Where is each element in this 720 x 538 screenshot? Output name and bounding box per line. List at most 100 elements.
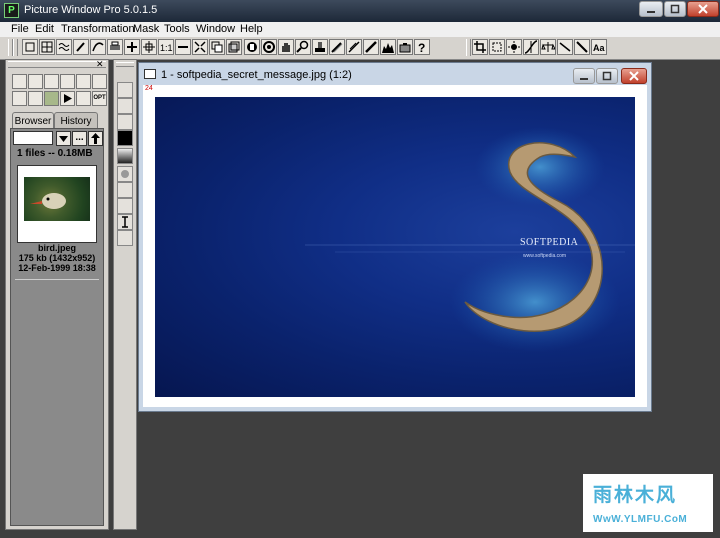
magic-icon[interactable] bbox=[44, 74, 59, 89]
menu-tools[interactable]: Tools bbox=[164, 23, 190, 35]
menu-window[interactable]: Window bbox=[196, 23, 235, 35]
text-icon[interactable]: Aa bbox=[591, 39, 607, 55]
thumbnail-date: 12-Feb-1999 18:38 bbox=[18, 263, 96, 273]
image-icon[interactable] bbox=[44, 91, 59, 106]
pen-icon[interactable] bbox=[346, 39, 362, 55]
doc-minimize-button[interactable] bbox=[573, 68, 595, 84]
transform-icon[interactable] bbox=[117, 82, 133, 98]
play-icon[interactable] bbox=[60, 91, 75, 106]
browser-pane: ... 1 files -- 0.18MB bird.jpeg 175 kb (… bbox=[10, 128, 104, 526]
menu-file[interactable]: File bbox=[11, 23, 29, 35]
chevron-down-icon[interactable] bbox=[56, 131, 71, 146]
minus-icon[interactable] bbox=[175, 39, 191, 55]
brush-icon[interactable] bbox=[73, 39, 89, 55]
options-button[interactable]: OPT bbox=[92, 91, 107, 106]
folder-open-icon[interactable] bbox=[76, 74, 91, 89]
document-canvas[interactable]: 24 SOFTPEDIA www.softpedia.com bbox=[143, 85, 647, 407]
stamp-icon[interactable] bbox=[312, 39, 328, 55]
title-bar: P Picture Window Pro 5.0.1.5 bbox=[0, 0, 720, 22]
zoom-note: 24 bbox=[145, 85, 153, 92]
browse-more-button[interactable]: ... bbox=[72, 131, 87, 146]
dropper-icon[interactable] bbox=[329, 39, 345, 55]
document-title: 1 - softpedia_secret_message.jpg (1:2) bbox=[161, 69, 352, 81]
close-button[interactable] bbox=[687, 1, 719, 17]
document-icon[interactable] bbox=[144, 69, 156, 79]
trash-icon[interactable] bbox=[12, 91, 27, 106]
wand-icon[interactable] bbox=[574, 39, 590, 55]
i-beam-icon[interactable] bbox=[117, 214, 133, 230]
panel-close-icon[interactable]: ✕ bbox=[96, 59, 104, 70]
doc-maximize-button[interactable] bbox=[596, 68, 618, 84]
watermark-url: WwW.YLMFU.CoM bbox=[593, 514, 688, 525]
curve-icon[interactable] bbox=[90, 39, 106, 55]
menu-transformation[interactable]: Transformation bbox=[61, 23, 135, 35]
browser-panel: ✕ OPT Browser History ... 1 files -- 0.1… bbox=[5, 59, 109, 530]
maximize-button[interactable] bbox=[664, 1, 686, 17]
grid-4-icon[interactable] bbox=[39, 39, 55, 55]
menu-help[interactable]: Help bbox=[240, 23, 263, 35]
thumbnail-size: 175 kb (1432x952) bbox=[18, 253, 96, 263]
lasso-icon[interactable] bbox=[117, 198, 133, 214]
hand-icon[interactable] bbox=[278, 39, 294, 55]
site-watermark: 雨林木风 WwW.YLMFU.CoM bbox=[583, 474, 713, 532]
divider bbox=[15, 279, 99, 280]
thumbnail-card[interactable] bbox=[17, 165, 97, 243]
folder-select[interactable] bbox=[13, 131, 53, 145]
minimize-button[interactable] bbox=[639, 1, 663, 17]
gradient-icon[interactable] bbox=[117, 148, 133, 164]
line-icon[interactable] bbox=[557, 39, 573, 55]
paintbrush-icon[interactable] bbox=[363, 39, 379, 55]
ratio-icon[interactable]: 1:1 bbox=[158, 39, 174, 55]
menu-edit[interactable]: Edit bbox=[35, 23, 54, 35]
fit-icon[interactable] bbox=[192, 39, 208, 55]
palette-grip[interactable] bbox=[116, 62, 134, 67]
histogram-icon[interactable] bbox=[380, 39, 396, 55]
undo-icon[interactable] bbox=[117, 230, 133, 246]
add-icon[interactable] bbox=[124, 39, 140, 55]
document-window: 1 - softpedia_secret_message.jpg (1:2) 2… bbox=[138, 62, 652, 412]
scanner-icon[interactable] bbox=[397, 39, 413, 55]
svg-text:1:1: 1:1 bbox=[160, 43, 173, 53]
brightness-icon[interactable] bbox=[506, 39, 522, 55]
grid-1-icon[interactable] bbox=[22, 39, 38, 55]
curve-tool-icon[interactable] bbox=[117, 182, 133, 198]
pencil-icon[interactable] bbox=[28, 74, 43, 89]
window-title: Picture Window Pro 5.0.1.5 bbox=[24, 4, 158, 16]
svg-text:Aa: Aa bbox=[593, 43, 605, 53]
grid-small-icon[interactable] bbox=[76, 91, 91, 106]
toolbar-grip[interactable] bbox=[466, 39, 471, 56]
tool-palette bbox=[113, 59, 137, 530]
new-file-icon[interactable] bbox=[28, 91, 43, 106]
app-icon[interactable]: P bbox=[4, 3, 19, 18]
move-icon[interactable] bbox=[141, 39, 157, 55]
copy-window-icon[interactable] bbox=[209, 39, 225, 55]
black-fill-icon[interactable] bbox=[117, 130, 133, 146]
color-picker-icon[interactable] bbox=[261, 39, 277, 55]
arrow-tool-icon[interactable] bbox=[117, 98, 133, 114]
crop-icon[interactable] bbox=[472, 39, 488, 55]
menu-bar: File Edit Transformation Mask Tools Wind… bbox=[0, 22, 720, 38]
up-arrow-icon[interactable] bbox=[88, 131, 103, 146]
zoom-icon[interactable] bbox=[295, 39, 311, 55]
select-icon[interactable] bbox=[489, 39, 505, 55]
layers-icon[interactable] bbox=[226, 39, 242, 55]
wave-icon[interactable] bbox=[56, 39, 72, 55]
print-icon[interactable] bbox=[107, 39, 123, 55]
balance-icon[interactable] bbox=[540, 39, 556, 55]
help-icon[interactable]: ? bbox=[414, 39, 430, 55]
softpedia-image[interactable]: SOFTPEDIA www.softpedia.com bbox=[155, 97, 635, 397]
toolbar-grip[interactable] bbox=[13, 39, 18, 56]
circle-mask-icon[interactable] bbox=[117, 166, 133, 182]
panel-grip[interactable] bbox=[8, 61, 106, 68]
image-watermark-url: www.softpedia.com bbox=[523, 253, 567, 259]
curves-icon[interactable] bbox=[523, 39, 539, 55]
tag-icon[interactable] bbox=[60, 74, 75, 89]
doc-close-button[interactable] bbox=[621, 68, 647, 84]
svg-text:?: ? bbox=[418, 41, 425, 54]
perspective-icon[interactable] bbox=[117, 114, 133, 130]
menu-mask[interactable]: Mask bbox=[133, 23, 159, 35]
rotate-icon[interactable] bbox=[12, 74, 27, 89]
record-icon[interactable] bbox=[244, 39, 260, 55]
brush-small-icon[interactable] bbox=[92, 74, 107, 89]
files-count: 1 files -- 0.18MB bbox=[17, 148, 93, 159]
